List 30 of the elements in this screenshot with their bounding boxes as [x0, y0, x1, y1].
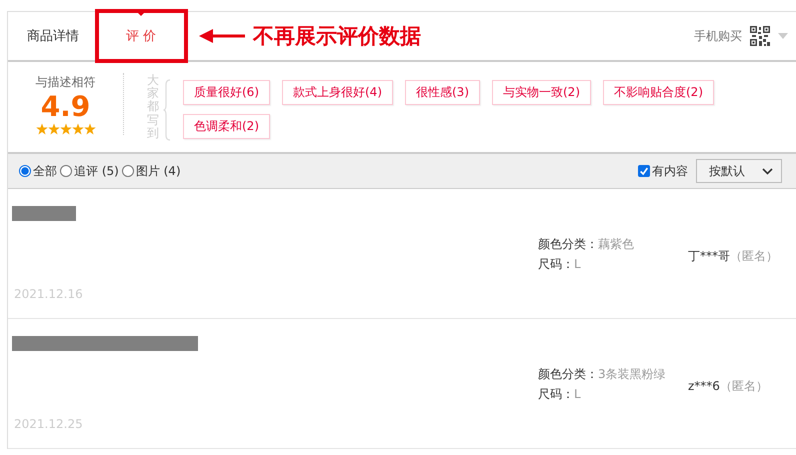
- sku-info: 颜色分类：3条装黑粉绿: [538, 366, 667, 383]
- reviewer-name: z***6（匿名）: [688, 378, 768, 395]
- rating-score: 4.9: [40, 91, 90, 123]
- qr-code-icon: [750, 26, 770, 46]
- arrow-icon: [199, 29, 246, 43]
- mobile-buy-label[interactable]: 手机购买: [694, 28, 742, 44]
- review-tag[interactable]: 质量很好(6): [183, 80, 270, 105]
- checkmark-icon: [639, 166, 649, 176]
- review-tag[interactable]: 款式上身很好(4): [282, 80, 393, 105]
- sku-info: 尺码：L: [538, 256, 582, 273]
- sku-info: 尺码：L: [538, 386, 582, 403]
- sku-info: 颜色分类：藕紫色: [538, 236, 635, 253]
- chevron-down-icon: [762, 168, 773, 174]
- caret-icon[interactable]: [778, 33, 788, 39]
- reviewer-name: 丁***哥（匿名）: [688, 248, 778, 265]
- filter-radio[interactable]: 追评 (5): [60, 162, 119, 180]
- review-tag[interactable]: 与实物一致(2): [492, 80, 591, 105]
- tab[interactable]: 评 价: [98, 12, 186, 60]
- tab[interactable]: 商品详情: [15, 12, 91, 60]
- brace-icon: [163, 79, 171, 141]
- filter-radio[interactable]: 图片 (4): [122, 162, 181, 180]
- sort-dropdown[interactable]: 按默认: [696, 159, 782, 183]
- filter-radio[interactable]: 全部: [19, 162, 57, 180]
- review-tag[interactable]: 不影响贴合度(2): [603, 80, 714, 105]
- rating-label: 与描述相符: [36, 74, 96, 91]
- has-content-checkbox[interactable]: 有内容: [638, 162, 688, 180]
- review-tag[interactable]: 很性感(3): [405, 80, 480, 105]
- review-tag[interactable]: 色调柔和(2): [183, 114, 270, 139]
- annotation-text: 不再展示评价数据: [253, 23, 422, 50]
- redaction-bar: [12, 206, 76, 221]
